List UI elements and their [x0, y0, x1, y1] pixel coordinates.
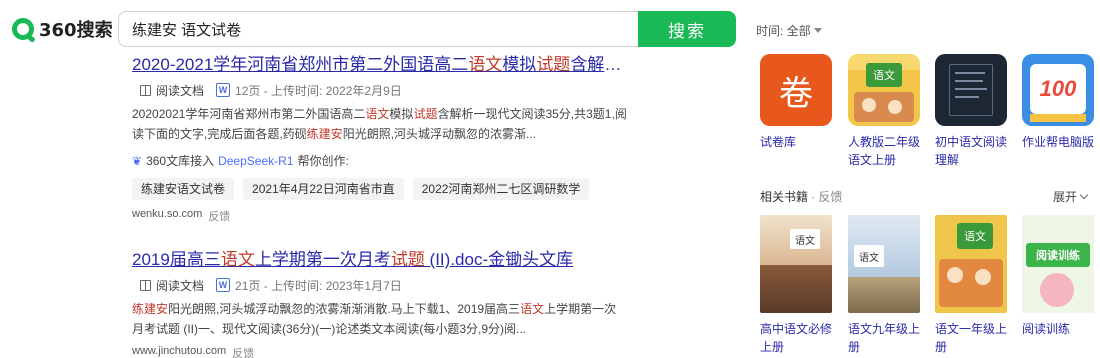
snippet-text: 20202021学年河南省郑州市第二外国语高二: [132, 107, 366, 121]
title-highlight: 语文: [468, 55, 503, 74]
word-doc-icon: W: [216, 83, 231, 97]
title-text: 上学期第一次月考: [254, 250, 391, 269]
related-books-heading: 相关书籍 · 反馈: [760, 188, 842, 205]
deepseek-prefix: 360文库接入: [146, 154, 215, 168]
feedback-link[interactable]: 反馈: [208, 208, 230, 224]
header: 360搜索 练建安 语文试卷 搜索 时间: 全部: [0, 0, 1100, 56]
title-text: 2020-2021学年河南省郑州市第二外国语高二: [132, 55, 469, 74]
snippet-text: 模拟: [389, 107, 414, 121]
result-snippet: 20202021学年河南省郑州市第二外国语高二语文模拟试题含解析一现代文阅读35…: [132, 104, 627, 144]
title-highlight: 试题: [390, 250, 425, 269]
title-highlight: 语文: [220, 250, 255, 269]
upload-info: 12页 - 上传时间: 2022年2月9日: [235, 83, 402, 98]
deepseek-promo: ❦ 360文库接入 DeepSeek-R1 帮你创作:: [132, 152, 632, 169]
book-label[interactable]: 语文一年级上册: [935, 320, 1015, 356]
word-doc-icon: W: [216, 278, 231, 292]
title-text: (II).doc-金锄头文库: [424, 250, 574, 269]
logo-text: 360搜索: [39, 20, 113, 41]
zuoyebang-app-icon[interactable]: 100: [1022, 54, 1094, 126]
related-chip[interactable]: 练建安语文试卷: [132, 178, 235, 200]
result-source: www.jinchutou.com 反馈: [132, 345, 632, 358]
expand-button[interactable]: 展开: [1053, 188, 1089, 205]
expand-label: 展开: [1053, 190, 1078, 204]
logo[interactable]: 360搜索: [12, 15, 113, 43]
snippet-highlight: 练建安: [132, 302, 169, 316]
time-filter-dropdown[interactable]: 时间: 全部: [756, 22, 822, 39]
caret-down-icon: [813, 28, 822, 33]
juan-app-icon[interactable]: 卷: [760, 54, 832, 126]
result-meta: 阅读文档 W 12页 - 上传时间: 2022年2月9日: [132, 80, 632, 100]
chevron-down-icon: [1079, 190, 1089, 200]
title-highlight: 试题: [536, 55, 571, 74]
related-chip[interactable]: 2021年4月22日河南省市直: [243, 178, 404, 200]
book-label[interactable]: 高中语文必修上册: [760, 320, 840, 356]
result-meta: 阅读文档 W 21页 - 上传时间: 2023年1月7日: [132, 275, 632, 295]
title-text: 模拟: [502, 55, 537, 74]
app-label[interactable]: 试卷库: [760, 133, 840, 151]
doc-type-tag: 阅读文档: [132, 277, 204, 294]
time-filter-label: 时间: 全部: [756, 24, 811, 38]
app-label[interactable]: 作业帮电脑版: [1022, 133, 1100, 151]
snippet-text: 阳光朗照,河头城浮动飘忽的浓雾渐...: [342, 127, 537, 141]
book-open-icon: [140, 279, 151, 291]
search-button[interactable]: 搜索: [638, 11, 736, 47]
source-url[interactable]: wenku.so.com: [132, 208, 202, 224]
cover-title: 语文: [866, 63, 902, 87]
related-chip[interactable]: 2022河南郑州二七区调研数学: [412, 178, 590, 200]
snippet-highlight: 练建安: [306, 127, 343, 141]
search-input[interactable]: 练建安 语文试卷: [118, 11, 638, 47]
source-url[interactable]: www.jinchutou.com: [132, 345, 226, 358]
result-title-link[interactable]: 2019届高三语文上学期第一次月考试题 (II).doc-金锄头文库: [132, 249, 632, 271]
doc-type-label: 阅读文档: [156, 278, 205, 293]
snippet-text: 阳光朗照,河头城浮动飘忽的浓雾渐渐消散.马上下载1、2019届高三: [168, 302, 521, 316]
juan-glyph: 卷: [779, 73, 813, 114]
book-label[interactable]: 语文九年级上册: [848, 320, 928, 356]
cover-title: 语文: [854, 245, 884, 267]
doc-type-label: 阅读文档: [156, 83, 205, 98]
deepseek-link[interactable]: DeepSeek-R1: [218, 154, 293, 168]
feedback-link[interactable]: 反馈: [232, 345, 254, 358]
result-source: wenku.so.com 反馈: [132, 208, 632, 224]
reading-app-icon[interactable]: [935, 54, 1007, 126]
related-chips: 练建安语文试卷 2021年4月22日河南省市直 2022河南郑州二七区调研数学: [132, 178, 632, 200]
book-cover-icon[interactable]: 语文: [848, 215, 920, 313]
app-label[interactable]: 初中语文阅读理解: [935, 133, 1015, 169]
score-glyph: 100: [1039, 76, 1077, 101]
deepseek-whale-icon: ❦: [132, 153, 143, 168]
doc-type-tag: 阅读文档: [132, 82, 204, 99]
deepseek-suffix: 帮你创作:: [297, 154, 349, 168]
snippet-highlight: 试题: [413, 107, 438, 121]
book-cover-icon[interactable]: 阅读训练: [1022, 215, 1094, 313]
title-text: 2019届高三: [132, 250, 221, 269]
result-title-link[interactable]: 2020-2021学年河南省郑州市第二外国语高二语文模拟试题含解析…: [132, 54, 632, 76]
textbook-cover-icon[interactable]: 语文: [848, 54, 920, 126]
app-label[interactable]: 人教版二年级语文上册: [848, 133, 928, 169]
snippet-highlight: 语文: [365, 107, 390, 121]
search-result: 2019届高三语文上学期第一次月考试题 (II).doc-金锄头文库 阅读文档 …: [132, 249, 632, 358]
book-cover-icon[interactable]: 语文: [935, 215, 1007, 313]
book-cover-icon[interactable]: 语文: [760, 215, 832, 313]
feedback-link[interactable]: · 反馈: [811, 190, 842, 204]
cover-title: 阅读训练: [1026, 243, 1090, 267]
book-open-icon: [140, 84, 151, 96]
book-label[interactable]: 阅读训练: [1022, 320, 1100, 338]
search-result: 2020-2021学年河南省郑州市第二外国语高二语文模拟试题含解析… 阅读文档 …: [132, 54, 632, 224]
logo-icon: [12, 18, 34, 40]
upload-info: 21页 - 上传时间: 2023年1月7日: [235, 278, 402, 293]
snippet-highlight: 语文: [520, 302, 545, 316]
cover-title: 语文: [790, 229, 820, 249]
section-title-text: 相关书籍: [760, 190, 809, 204]
result-snippet: 练建安阳光朗照,河头城浮动飘忽的浓雾渐渐消散.马上下载1、2019届高三语文上学…: [132, 299, 627, 339]
cover-title: 语文: [957, 223, 993, 249]
title-text: 含解析…: [570, 55, 632, 74]
